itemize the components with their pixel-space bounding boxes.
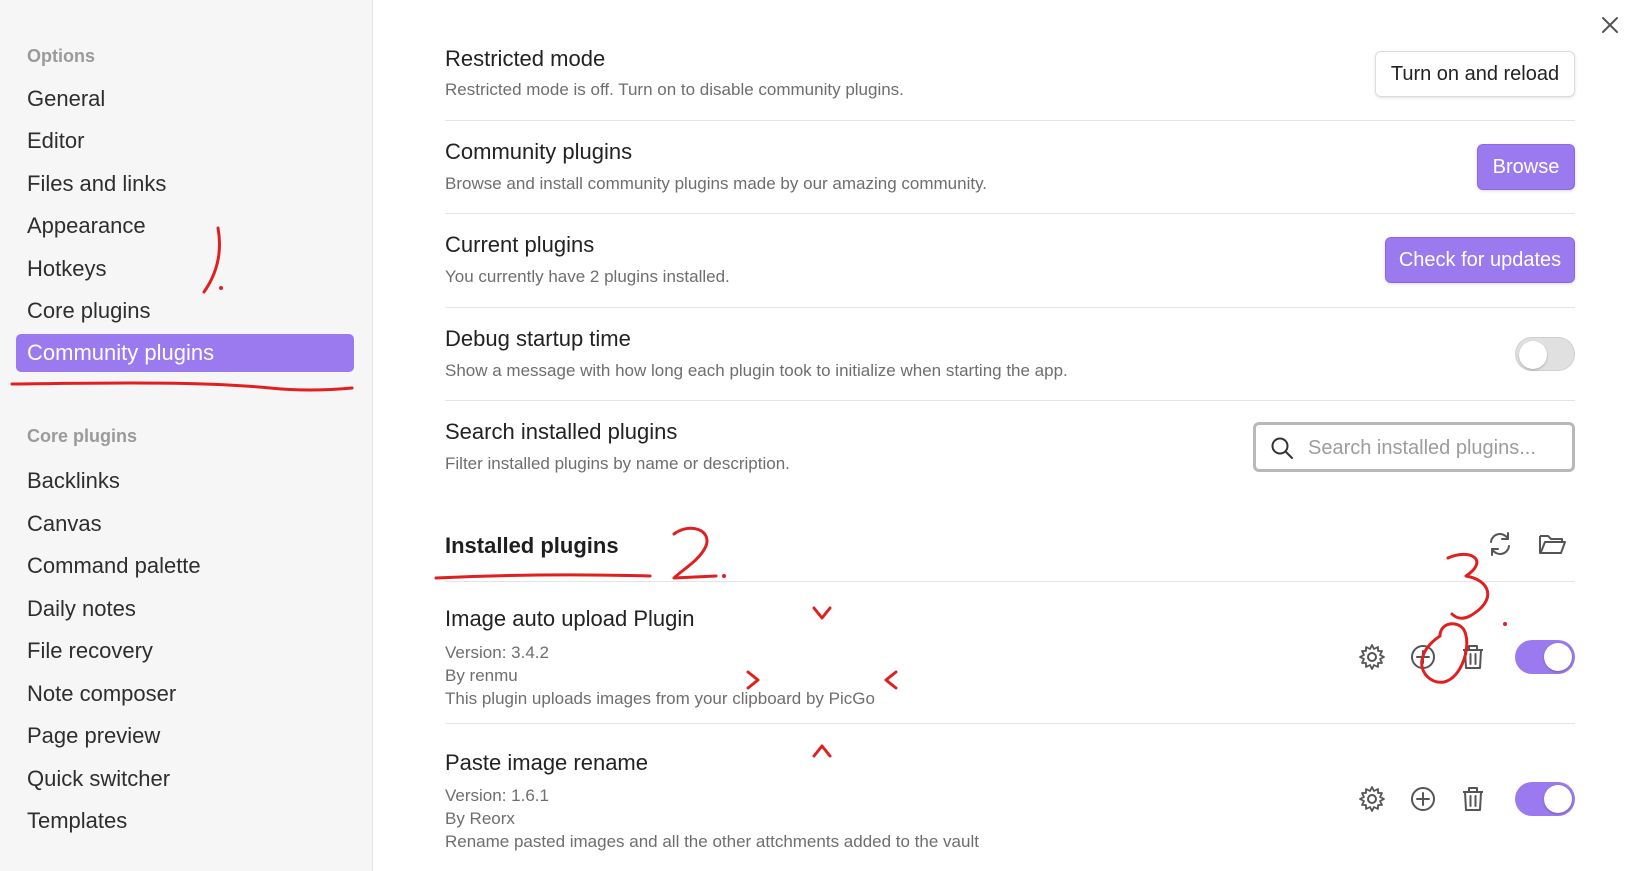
annotation-two-stroke xyxy=(672,526,718,580)
sidebar-item-backlinks[interactable]: Backlinks xyxy=(16,462,354,500)
check-for-updates-button[interactable]: Check for updates xyxy=(1385,237,1575,283)
plugin-row-paste-image-rename: Paste image rename Version: 1.6.1 By Reo… xyxy=(445,724,1575,871)
debug-startup-toggle[interactable] xyxy=(1515,337,1575,371)
annotation-underline-installed xyxy=(434,573,652,580)
sidebar-item-hotkeys[interactable]: Hotkeys xyxy=(16,250,354,288)
plugin-author: By renmu xyxy=(445,666,518,685)
sidebar-item-page-preview[interactable]: Page preview xyxy=(16,717,354,755)
plugin-author: By Reorx xyxy=(445,809,515,828)
folder-icon xyxy=(1539,535,1566,554)
sidebar-item-files-and-links[interactable]: Files and links xyxy=(16,165,354,203)
sidebar-item-editor[interactable]: Editor xyxy=(16,122,354,160)
setting-current-plugins: Current plugins You currently have 2 plu… xyxy=(445,214,1575,308)
setting-name: Restricted mode xyxy=(445,46,606,71)
plugin-row-image-auto-upload: Image auto upload Plugin Version: 3.4.2 … xyxy=(445,582,1575,724)
setting-debug-startup-time: Debug startup time Show a message with h… xyxy=(445,308,1575,401)
setting-name: Community plugins xyxy=(445,139,633,164)
sidebar-item-community-plugins[interactable]: Community plugins xyxy=(16,334,354,372)
settings-sidebar: Options General Editor Files and links A… xyxy=(0,0,373,871)
sidebar-item-note-composer[interactable]: Note composer xyxy=(16,675,354,713)
setting-description: Browse and install community plugins mad… xyxy=(445,174,988,193)
search-icon xyxy=(1271,437,1293,459)
plugin-description: This plugin uploads images from your cli… xyxy=(445,689,875,708)
plus-circle-icon xyxy=(1411,787,1435,811)
plugin-enable-toggle[interactable] xyxy=(1515,640,1575,674)
installed-plugins-heading: Installed plugins xyxy=(445,533,619,558)
plugin-hotkeys-button[interactable] xyxy=(1407,641,1439,673)
sidebar-heading-core-plugins: Core plugins xyxy=(27,426,138,446)
sidebar-item-command-palette[interactable]: Command palette xyxy=(16,547,354,585)
sidebar-item-canvas[interactable]: Canvas xyxy=(16,505,354,543)
sidebar-heading-options: Options xyxy=(27,46,95,66)
setting-description: You currently have 2 plugins installed. xyxy=(445,267,730,286)
plugin-description: Rename pasted images and all the other a… xyxy=(445,832,979,851)
setting-restricted-mode: Restricted mode Restricted mode is off. … xyxy=(445,40,1575,121)
browse-button[interactable]: Browse xyxy=(1477,144,1575,190)
plugin-name: Image auto upload Plugin xyxy=(445,606,695,631)
plugin-name: Paste image rename xyxy=(445,750,648,775)
sidebar-item-templates[interactable]: Templates xyxy=(16,802,354,840)
sidebar-item-appearance[interactable]: Appearance xyxy=(16,207,354,245)
search-installed-plugins-input[interactable] xyxy=(1308,433,1563,463)
sidebar-item-daily-notes[interactable]: Daily notes xyxy=(16,590,354,628)
setting-community-plugins: Community plugins Browse and install com… xyxy=(445,121,1575,214)
open-plugins-folder-button[interactable] xyxy=(1536,528,1568,560)
annotation-two-dot xyxy=(722,574,726,578)
plugin-enable-toggle[interactable] xyxy=(1515,782,1575,816)
plugin-hotkeys-button[interactable] xyxy=(1407,783,1439,815)
plugin-options-button[interactable] xyxy=(1356,783,1388,815)
close-icon xyxy=(1602,17,1618,33)
gear-icon xyxy=(1359,786,1385,812)
setting-name: Debug startup time xyxy=(445,326,631,351)
sidebar-item-general[interactable]: General xyxy=(16,80,354,118)
plugin-uninstall-button[interactable] xyxy=(1457,783,1489,815)
trash-icon xyxy=(1463,787,1483,811)
trash-icon xyxy=(1463,645,1483,669)
plus-circle-icon xyxy=(1411,645,1435,669)
close-button[interactable] xyxy=(1595,10,1625,40)
search-installed-plugins-box xyxy=(1253,422,1575,472)
reload-plugins-button[interactable] xyxy=(1484,528,1516,560)
setting-name: Search installed plugins xyxy=(445,419,678,444)
setting-name: Current plugins xyxy=(445,232,595,257)
sidebar-item-core-plugins[interactable]: Core plugins xyxy=(16,292,354,330)
plugin-version: Version: 3.4.2 xyxy=(445,643,549,662)
setting-description: Restricted mode is off. Turn on to disab… xyxy=(445,80,904,99)
reload-icon xyxy=(1490,532,1510,556)
plugin-options-button[interactable] xyxy=(1356,641,1388,673)
plugin-uninstall-button[interactable] xyxy=(1457,641,1489,673)
sidebar-item-file-recovery[interactable]: File recovery xyxy=(16,632,354,670)
turn-on-and-reload-button[interactable]: Turn on and reload xyxy=(1375,51,1575,97)
plugin-version: Version: 1.6.1 xyxy=(445,786,549,805)
setting-description: Show a message with how long each plugin… xyxy=(445,361,1068,380)
setting-description: Filter installed plugins by name or desc… xyxy=(445,454,790,473)
sidebar-item-quick-switcher[interactable]: Quick switcher xyxy=(16,760,354,798)
gear-icon xyxy=(1359,644,1385,670)
